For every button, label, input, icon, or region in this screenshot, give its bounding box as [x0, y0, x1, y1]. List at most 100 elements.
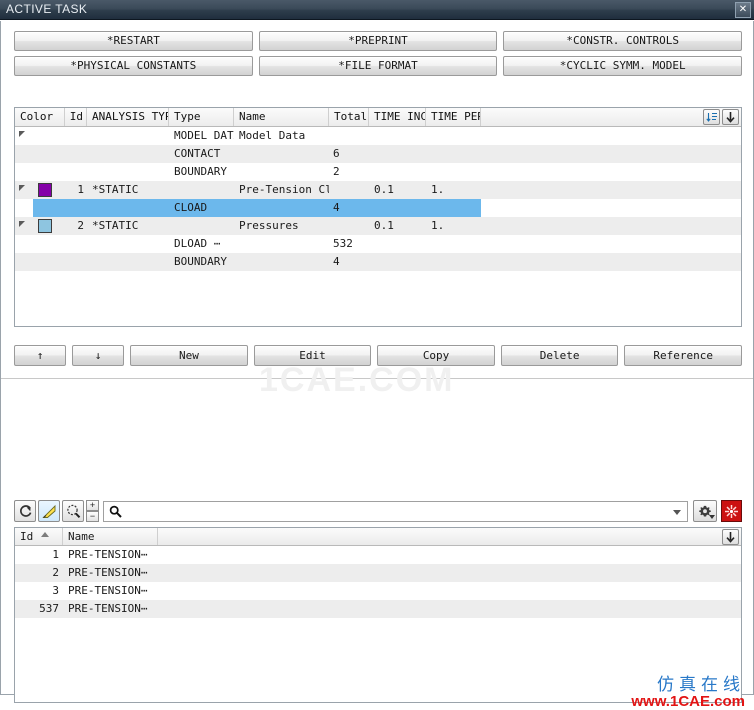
- expand-triangle-icon[interactable]: [19, 221, 25, 227]
- move-down-icon[interactable]: [722, 109, 739, 125]
- color-swatch[interactable]: [38, 183, 52, 197]
- file-format-button[interactable]: *FILE FORMAT: [258, 56, 498, 76]
- table-row[interactable]: BOUNDARY 2: [15, 163, 741, 181]
- section-divider-highlight: [1, 380, 753, 381]
- expand-triangle-icon[interactable]: [19, 185, 25, 191]
- zoom-in-button[interactable]: +: [86, 500, 99, 511]
- search-field-wrapper: [103, 500, 688, 522]
- delete-button[interactable]: Delete: [500, 345, 619, 366]
- table-row[interactable]: MODEL DATA Model Data: [15, 127, 741, 145]
- edit-button[interactable]: Edit: [253, 345, 372, 366]
- highlight-brush-icon[interactable]: [38, 500, 60, 522]
- row-color-cell: [33, 199, 65, 217]
- table-row[interactable]: BOUNDARY 4: [15, 253, 741, 271]
- row-time-inc-cell: [369, 235, 426, 253]
- new-button[interactable]: New: [130, 345, 248, 366]
- row-color-cell: [33, 163, 65, 181]
- list-item[interactable]: 3 PRE-TENSION⋯: [15, 582, 741, 600]
- close-icon[interactable]: ✕: [735, 2, 751, 18]
- table-row[interactable]: 1 *STATIC Pre-Tension Cloads 0.1 1.: [15, 181, 741, 199]
- list-item[interactable]: 537 PRE-TENSION⋯: [15, 600, 741, 618]
- entity-column-header-name[interactable]: Name: [63, 528, 158, 545]
- table-body: MODEL DATA Model Data CONTACT 6 BOUNDARY 2 1 *S…: [15, 127, 741, 271]
- row-color-cell: [33, 181, 65, 199]
- entity-column-header-id-label: Id: [20, 530, 34, 543]
- row-id-cell: [65, 253, 87, 271]
- cyclic-symm-model-button[interactable]: *CYCLIC SYMM. MODEL: [503, 56, 743, 76]
- keyword-button-grid: *RESTART *PREPRINT *CONSTR. CONTROLS *PH…: [14, 31, 743, 81]
- row-type-cell: [169, 181, 234, 199]
- column-header-id[interactable]: Id: [65, 108, 87, 126]
- entity-column-header-id[interactable]: Id: [15, 528, 63, 545]
- column-header-time-per[interactable]: TIME PER: [426, 108, 481, 126]
- row-id-cell: [65, 127, 87, 145]
- column-header-analysis-type[interactable]: ANALYSIS TYPE: [87, 108, 169, 126]
- row-name-cell: [234, 145, 329, 163]
- row-analysis-cell: *STATIC: [92, 219, 139, 232]
- row-type-cell: CONTACT: [174, 147, 221, 160]
- reference-button[interactable]: Reference: [624, 345, 742, 366]
- column-header-type[interactable]: Type: [169, 108, 234, 126]
- row-expander-cell[interactable]: [15, 181, 33, 199]
- zoom-out-button[interactable]: −: [86, 511, 99, 522]
- row-color-cell: [33, 217, 65, 235]
- row-id-cell: [65, 235, 87, 253]
- chevron-down-icon[interactable]: [673, 509, 681, 515]
- row-time-per-cell: 1.: [431, 219, 445, 232]
- burst-delete-icon[interactable]: [721, 500, 742, 522]
- column-header-name[interactable]: Name: [234, 108, 329, 126]
- column-header-filler: [481, 108, 741, 126]
- column-header-total[interactable]: Total: [329, 108, 369, 126]
- list-item-id: 2: [52, 566, 59, 579]
- list-item-id: 1: [52, 548, 59, 561]
- sort-list-icon[interactable]: [703, 109, 720, 125]
- settings-button[interactable]: [693, 500, 717, 522]
- expand-triangle-icon[interactable]: [19, 131, 25, 137]
- list-item[interactable]: 2 PRE-TENSION⋯: [15, 564, 741, 582]
- list-item-name: PRE-TENSION⋯: [68, 584, 148, 597]
- column-header-color[interactable]: Color: [15, 108, 65, 126]
- restart-button[interactable]: *RESTART: [14, 31, 253, 51]
- row-expander-cell[interactable]: [15, 127, 33, 145]
- row-time-inc-cell: [369, 145, 426, 163]
- move-up-button[interactable]: ↑: [14, 345, 67, 366]
- table-row[interactable]: CONTACT 6: [15, 145, 741, 163]
- physical-constants-button[interactable]: *PHYSICAL CONSTANTS: [14, 56, 253, 76]
- row-filler-cell: [481, 217, 741, 235]
- row-total-cell: 4: [329, 199, 369, 217]
- row-time-inc-cell: [369, 163, 426, 181]
- color-swatch[interactable]: [38, 219, 52, 233]
- entity-list-table: Id Name 1 PRE-TENSION⋯ 2 PRE-TENSION⋯ 3 PRE-T…: [14, 527, 742, 703]
- keyword-row-2: *PHYSICAL CONSTANTS *FILE FORMAT *CYCLIC…: [14, 56, 743, 76]
- zoom-stepper: + −: [86, 500, 99, 522]
- table-row[interactable]: 2 *STATIC Pressures 0.1 1.: [15, 217, 741, 235]
- table-row[interactable]: CLOAD 4: [15, 199, 741, 217]
- row-time-per-cell: [426, 127, 481, 145]
- copy-button[interactable]: Copy: [377, 345, 495, 366]
- preprint-button[interactable]: *PREPRINT: [258, 31, 498, 51]
- row-analysis-cell: [87, 199, 169, 217]
- constr-controls-button[interactable]: *CONSTR. CONTROLS: [503, 31, 743, 51]
- row-name-cell: Model Data: [239, 129, 306, 142]
- entity-column-header-filler: [158, 528, 741, 545]
- row-analysis-cell: [87, 253, 169, 271]
- row-color-cell: [33, 145, 65, 163]
- list-item[interactable]: 1 PRE-TENSION⋯: [15, 546, 741, 564]
- row-id-cell: 2: [77, 219, 84, 232]
- table-row[interactable]: DLOAD ⋯ 532: [15, 235, 741, 253]
- row-type-cell: BOUNDARY: [174, 255, 227, 268]
- search-input[interactable]: [128, 503, 687, 519]
- row-analysis-cell: [87, 163, 169, 181]
- column-header-time-inc[interactable]: TIME INC: [369, 108, 426, 126]
- zoom-select-icon[interactable]: [62, 500, 84, 522]
- row-analysis-cell: [87, 127, 169, 145]
- row-time-per-cell: [426, 199, 481, 217]
- refresh-icon[interactable]: [14, 500, 36, 522]
- row-expander-cell[interactable]: [15, 217, 33, 235]
- row-time-per-cell: [426, 253, 481, 271]
- move-down-icon[interactable]: [722, 529, 739, 545]
- row-time-inc-cell: [369, 253, 426, 271]
- move-down-button[interactable]: ↓: [72, 345, 125, 366]
- list-item-name: PRE-TENSION⋯: [68, 602, 148, 615]
- row-time-per-cell: [426, 235, 481, 253]
